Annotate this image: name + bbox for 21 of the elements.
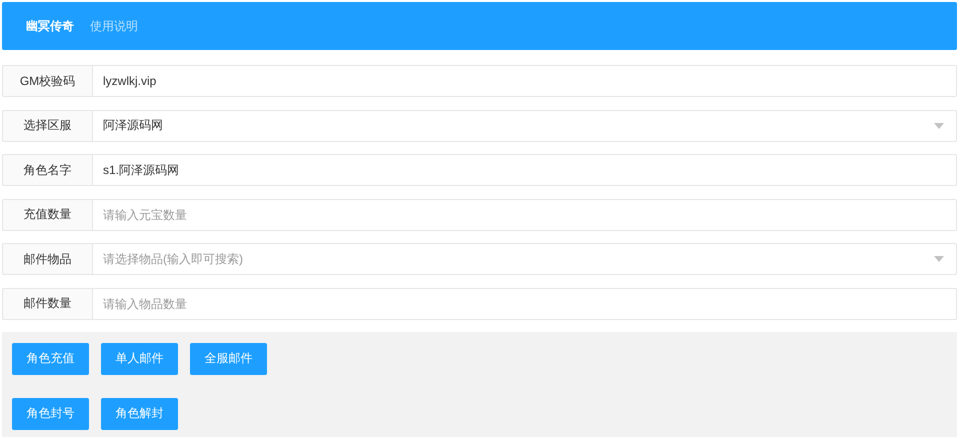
field-label: 邮件数量 [2, 288, 93, 320]
action-button[interactable]: 角色充值 [12, 342, 89, 374]
input-field[interactable]: 请输入物品数量 [93, 288, 956, 318]
nav-link[interactable]: 使用说明 [82, 2, 146, 50]
field-label: 选择区服 [2, 110, 93, 142]
input-field[interactable]: 请输入元宝数量 [93, 200, 956, 230]
select-field[interactable]: 请选择物品(输入即可搜索) [93, 243, 957, 275]
dropdown-arrow-icon [934, 122, 944, 128]
field-label: 邮件物品 [2, 243, 93, 275]
action-button[interactable]: 角色封号 [12, 398, 89, 430]
action-button[interactable]: 全服邮件 [190, 342, 267, 374]
action-button[interactable]: 角色解封 [101, 398, 178, 430]
input-field[interactable]: s1.阿泽源码网 [93, 155, 956, 185]
nav-link[interactable]: 幽冥传奇 [18, 2, 82, 50]
select-field[interactable]: 阿泽源码网 [93, 110, 957, 142]
dropdown-arrow-icon [934, 256, 944, 262]
field-label: 角色名字 [2, 154, 93, 186]
field-label: GM校验码 [2, 65, 93, 97]
field-label: 充值数量 [2, 198, 93, 230]
action-button[interactable]: 单人邮件 [101, 342, 178, 374]
input-field[interactable]: lyzwlkj.vip [93, 66, 956, 96]
